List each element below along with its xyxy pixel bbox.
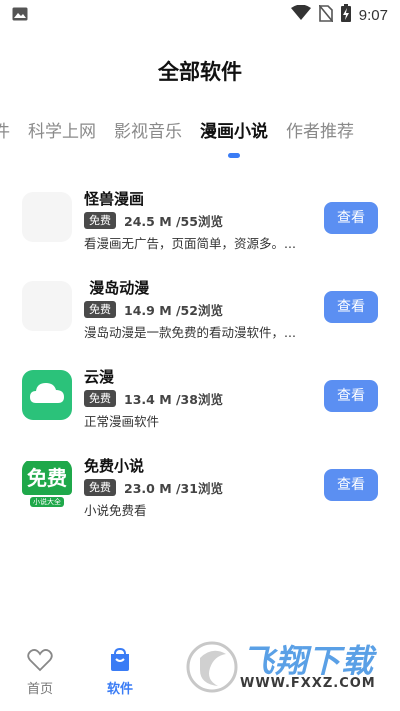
list-item[interactable]: 怪兽漫画 免费 24.5 M /55浏览 看漫画无广告，页面简单，资源多。...…: [0, 180, 400, 269]
free-badge: 免费: [84, 479, 116, 496]
free-badge: 免费: [84, 301, 116, 318]
app-size: 14.9 M /52浏览: [124, 303, 223, 318]
tab-video-music[interactable]: 影视音乐: [105, 118, 191, 158]
tab-comics-novels[interactable]: 漫画小说: [191, 118, 277, 158]
app-description: 看漫画无广告，页面简单，资源多。...: [84, 236, 296, 251]
free-badge: 免费: [84, 212, 116, 229]
app-list: 怪兽漫画 免费 24.5 M /55浏览 看漫画无广告，页面简单，资源多。...…: [0, 180, 400, 536]
app-size: 13.4 M /38浏览: [124, 392, 223, 407]
shopping-bag-icon: [108, 647, 132, 676]
blank-icon: [22, 192, 72, 242]
list-item[interactable]: 云漫 免费 13.4 M /38浏览 正常漫画软件 查看: [0, 358, 400, 447]
page-title: 全部软件: [158, 60, 242, 84]
app-name: 免费小说: [84, 457, 145, 475]
tab-science-internet[interactable]: 科学上网: [19, 118, 105, 158]
wifi-icon: [290, 4, 311, 25]
app-description: 小说免费看: [84, 503, 147, 518]
icon-sub-text: 小说大全: [30, 497, 64, 507]
app-name: 漫岛动漫: [84, 279, 150, 297]
list-item[interactable]: 免费 小说大全 免费小说 免费 23.0 M /31浏览 小说免费看 查看: [0, 447, 400, 536]
free-novel-icon: 免费 小说大全: [22, 459, 72, 509]
blank-icon: [22, 281, 72, 331]
clock: 9:07: [358, 6, 388, 24]
icon-main-text: 免费: [22, 461, 72, 495]
tab-software[interactable]: 件: [0, 118, 19, 158]
active-tab-indicator: [228, 153, 240, 158]
app-size: 24.5 M /55浏览: [124, 214, 223, 229]
heart-icon: [27, 649, 53, 676]
category-tabs: 件 科学上网 影视音乐 漫画小说 作者推荐: [0, 118, 363, 158]
free-badge: 免费: [84, 390, 116, 407]
app-size: 23.0 M /31浏览: [124, 481, 223, 496]
app-description: 漫岛动漫是一款免费的看动漫软件，...: [84, 325, 296, 340]
view-button[interactable]: 查看: [324, 202, 378, 234]
image-icon: [12, 6, 28, 25]
watermark-url: WWW.FXXZ.COM: [240, 676, 376, 691]
view-button[interactable]: 查看: [324, 380, 378, 412]
view-button[interactable]: 查看: [324, 469, 378, 501]
nav-home[interactable]: 首页: [10, 648, 70, 697]
tab-label: 漫画小说: [200, 122, 268, 142]
watermark: 飞翔下载 WWW.FXXZ.COM: [180, 632, 400, 702]
view-button[interactable]: 查看: [324, 291, 378, 323]
tab-author-recommend[interactable]: 作者推荐: [277, 118, 363, 158]
nav-software-label: 软件: [106, 682, 133, 697]
app-name: 怪兽漫画: [84, 190, 145, 208]
app-name: 云漫: [84, 368, 115, 386]
battery-charging-icon: [340, 4, 351, 26]
cloud-icon: [22, 370, 72, 420]
no-sim-icon: [318, 3, 334, 26]
watermark-logo-icon: [186, 638, 238, 696]
app-description: 正常漫画软件: [84, 414, 160, 429]
list-item[interactable]: 漫岛动漫 免费 14.9 M /52浏览 漫岛动漫是一款免费的看动漫软件，...…: [0, 269, 400, 358]
nav-software[interactable]: 软件: [90, 647, 150, 697]
nav-home-label: 首页: [26, 682, 53, 697]
status-bar: 9:07: [0, 0, 400, 28]
